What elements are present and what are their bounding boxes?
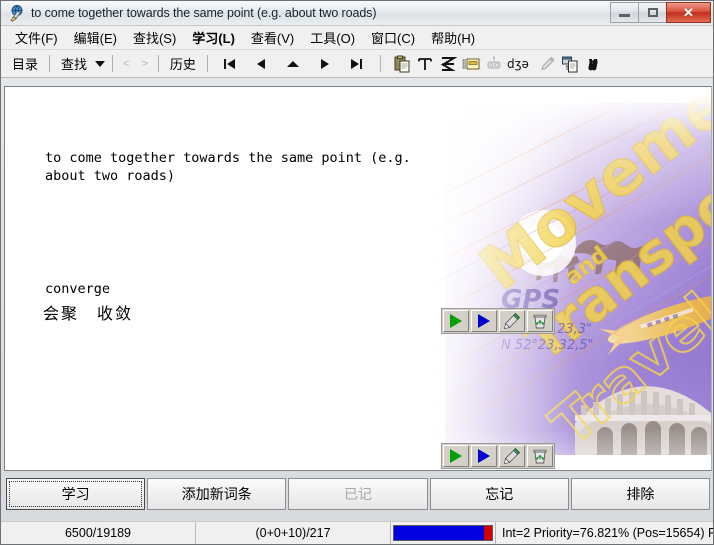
clipboard-paste-icon[interactable] [391, 53, 414, 75]
phonetic-transcription-icon[interactable]: dʒə [506, 53, 536, 75]
movement-transport-travel-collage: Movement and Transport Travel GPS E 16°5… [425, 93, 711, 455]
toolbar-search-button[interactable]: 查找 [54, 52, 94, 75]
progress-fill [394, 526, 485, 540]
status-item-counter: 6500/19189 [1, 522, 196, 544]
dismiss-button[interactable]: 排除 [570, 478, 711, 510]
menu-search[interactable]: 查找(S) [125, 26, 184, 49]
learn-button[interactable]: 学习 [6, 478, 146, 510]
close-button[interactable]: ✕ [666, 2, 711, 23]
status-bar: 6500/19189 (0+0+10)/217 Int=2 Priority=7… [1, 521, 713, 544]
toolbar-back-button[interactable]: < [117, 58, 135, 70]
play-green-button[interactable] [443, 310, 469, 332]
menu-bar: 文件(F) 编辑(E) 查找(S) 学习(L) 查看(V) 工具(O) 窗口(C… [1, 26, 713, 50]
supermemo-window: to come together towards the same point … [0, 0, 714, 545]
svg-text:t: t [566, 64, 569, 72]
title-bar: to come together towards the same point … [1, 1, 713, 26]
first-record-icon[interactable] [218, 54, 240, 74]
status-schedule-counter: (0+0+10)/217 [196, 522, 391, 544]
media-controls-question [441, 308, 555, 334]
progress-remainder [484, 526, 492, 540]
status-element-info: Int=2 Priority=76.821% (Pos=15654) Reps=… [496, 522, 713, 544]
play-green-button[interactable] [443, 445, 469, 467]
answer-word: converge [45, 281, 111, 297]
maximize-button[interactable] [638, 2, 667, 23]
delete-recycle-button[interactable] [527, 310, 553, 332]
menu-edit[interactable]: 编辑(E) [66, 26, 125, 49]
menu-view[interactable]: 查看(V) [243, 26, 302, 49]
answer-translation: 会聚 收敛 [43, 304, 134, 323]
menu-tools[interactable]: 工具(O) [302, 26, 363, 49]
menu-window[interactable]: 窗口(C) [363, 26, 423, 49]
duplicate-item-icon[interactable]: t [559, 53, 582, 75]
forgot-button[interactable]: 忘记 [429, 478, 569, 510]
toolbar-separator [206, 55, 208, 72]
play-blue-button[interactable] [471, 310, 497, 332]
remembered-button: 已记 [288, 478, 428, 510]
previous-record-icon[interactable] [250, 54, 272, 74]
media-controls-answer [441, 443, 555, 469]
menu-file[interactable]: 文件(F) [7, 26, 66, 49]
grade-button-bar: 学习 添加新词条 已记 忘记 排除 [4, 475, 712, 513]
binoculars-search-icon[interactable] [582, 53, 605, 75]
question-text: to come together towards the same point … [45, 150, 411, 184]
text-format-icon[interactable] [414, 53, 437, 75]
template-icon[interactable] [460, 53, 483, 75]
toolbar-forward-button[interactable]: > [135, 58, 153, 70]
toolbar-separator [157, 55, 159, 72]
toolbar-contents-button[interactable]: 目录 [5, 52, 45, 75]
edit-pencil-icon[interactable] [536, 53, 559, 75]
sort-icon[interactable] [437, 53, 460, 75]
toolbar-separator [379, 55, 381, 72]
toolbar-history-button[interactable]: 历史 [163, 52, 203, 75]
toolbar-separator [49, 55, 51, 72]
toolbar: 目录 查找 < > 历史 dʒə t [1, 50, 713, 78]
edit-pencil-button[interactable] [499, 310, 525, 332]
play-blue-button[interactable] [471, 445, 497, 467]
chevron-down-icon[interactable] [95, 60, 106, 67]
delete-recycle-button[interactable] [527, 445, 553, 467]
menu-help[interactable]: 帮助(H) [423, 26, 483, 49]
toolbar-separator [112, 55, 114, 72]
window-controls: ✕ [610, 2, 711, 23]
supermemo-globe-pen-icon [7, 4, 25, 22]
parent-record-icon[interactable] [282, 54, 304, 74]
minimize-button[interactable] [610, 2, 639, 23]
menu-learn[interactable]: 学习(L) [184, 26, 243, 49]
add-new-item-button[interactable]: 添加新词条 [147, 478, 287, 510]
edit-pencil-button[interactable] [499, 445, 525, 467]
next-record-icon[interactable] [314, 54, 336, 74]
window-title: to come together towards the same point … [31, 6, 377, 20]
svg-text:dʒə: dʒə [507, 57, 529, 71]
last-record-icon[interactable] [346, 54, 368, 74]
status-progress-meter [391, 522, 496, 544]
element-content-area[interactable]: Movement and Transport Travel GPS E 16°5… [4, 86, 712, 471]
robot-icon[interactable] [483, 53, 506, 75]
